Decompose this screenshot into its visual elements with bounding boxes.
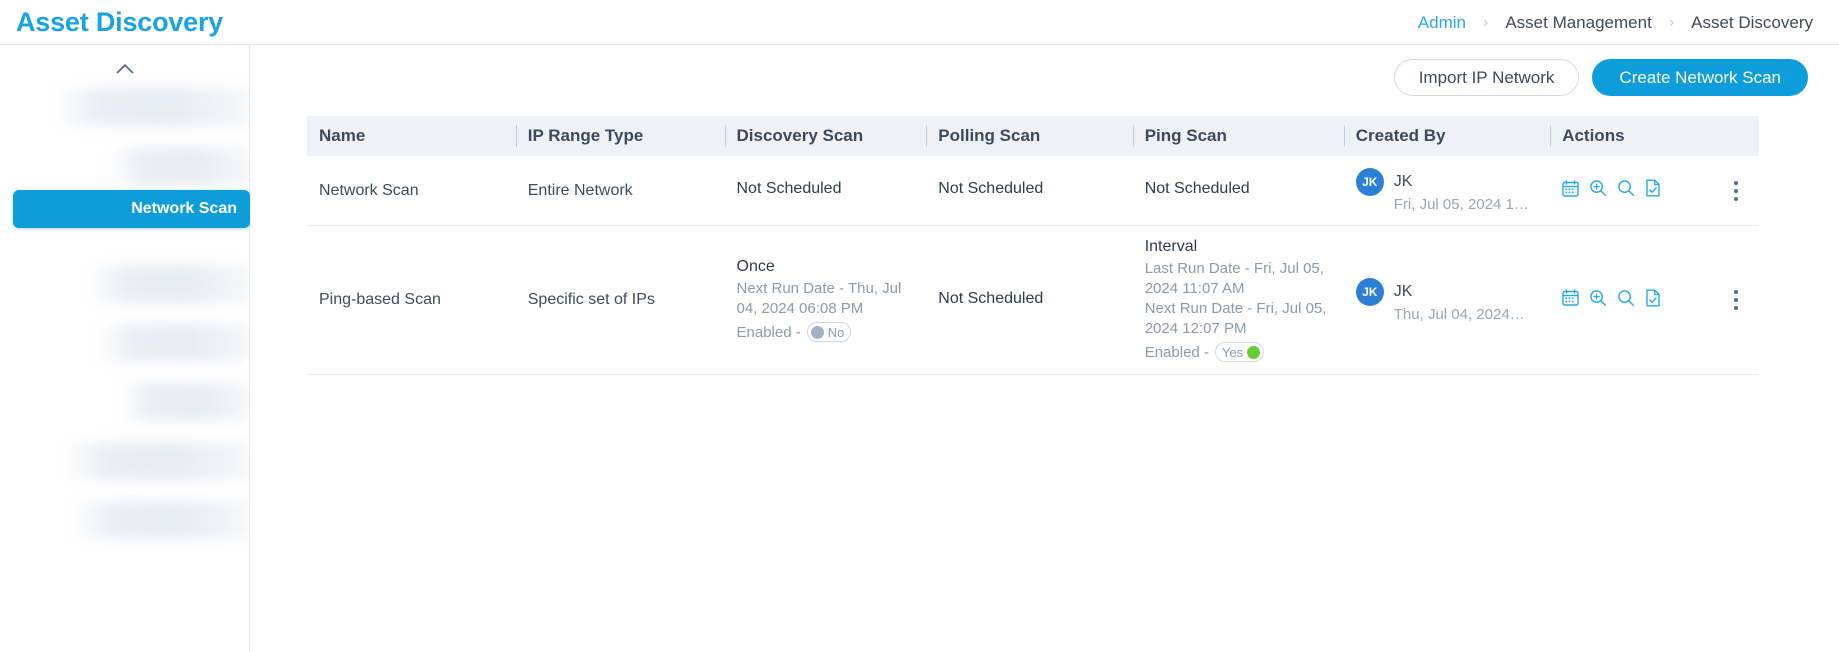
created-by-name: JK — [1393, 173, 1413, 190]
sidebar-item-redacted-2[interactable] — [110, 147, 250, 185]
avatar: JK — [1355, 277, 1384, 306]
sidebar-item-redacted-4[interactable] — [98, 324, 250, 362]
breadcrumb: Admin › Asset Management › Asset Discove… — [1414, 0, 1817, 45]
action-bar: Import IP Network Create Network Scan — [1393, 59, 1808, 96]
search-icon[interactable] — [1617, 289, 1635, 312]
column-header-actions: Actions — [1550, 116, 1759, 156]
cell-ip-range-type: Entire Network — [527, 181, 633, 199]
cell-ping-scan: Not Scheduled — [1133, 156, 1344, 226]
cell-ip-range-type: Specific set of IPs — [527, 291, 655, 308]
sidebar-item-redacted-5[interactable] — [120, 383, 250, 421]
toggle-label: Yes — [1221, 344, 1244, 360]
cell-actions — [1550, 156, 1759, 226]
cell-name: Ping-based Scan — [319, 291, 441, 308]
document-check-icon[interactable] — [1645, 289, 1661, 312]
cell-polling-scan: Not Scheduled — [926, 156, 1132, 226]
sidebar-item-redacted-6[interactable] — [64, 442, 250, 480]
ping-scan-enabled-toggle[interactable]: Yes — [1214, 342, 1265, 362]
toggle-label: No — [827, 324, 845, 340]
column-header-polling-scan[interactable]: Polling Scan — [926, 116, 1132, 156]
ping-scan-enabled: Enabled - Yes — [1145, 342, 1332, 362]
breadcrumb-item-admin[interactable]: Admin — [1414, 13, 1470, 33]
ping-scan-mode: Not Scheduled — [1144, 180, 1250, 197]
create-network-scan-button[interactable]: Create Network Scan — [1592, 59, 1808, 96]
more-vertical-icon[interactable] — [1725, 179, 1747, 203]
cell-name: Network Scan — [319, 181, 419, 199]
avatar: JK — [1355, 168, 1384, 196]
import-ip-network-button[interactable]: Import IP Network — [1393, 59, 1580, 96]
ping-scan-enabled-label: Enabled - — [1144, 343, 1209, 361]
more-vertical-icon[interactable] — [1725, 288, 1747, 312]
ping-scan-last-run: Last Run Date - Fri, Jul 05, 2024 11:07 … — [1144, 260, 1324, 297]
column-header-ip-range-type[interactable]: IP Range Type — [515, 116, 725, 156]
created-by-name: JK — [1393, 282, 1413, 300]
polling-scan-mode: Not Scheduled — [938, 180, 1044, 197]
column-header-ping-scan[interactable]: Ping Scan — [1132, 116, 1344, 156]
column-header-created-by[interactable]: Created By — [1343, 116, 1550, 156]
sidebar-item-network-scan[interactable]: Network Scan — [13, 190, 250, 228]
ping-scan-mode: Interval — [1144, 238, 1198, 255]
column-header-name[interactable]: Name — [307, 116, 516, 156]
created-by-date: Fri, Jul 05, 2024 1… — [1393, 196, 1529, 213]
polling-scan-mode: Not Scheduled — [938, 289, 1044, 307]
zoom-in-icon[interactable] — [1589, 179, 1607, 202]
ping-scan-next-run: Next Run Date - Fri, Jul 05, 2024 12:07 … — [1144, 300, 1327, 337]
network-scan-table: Name IP Range Type Discovery Scan Pollin… — [307, 116, 1759, 375]
chevron-right-icon: › — [1483, 13, 1488, 31]
chevron-up-icon — [116, 63, 134, 74]
cell-discovery-scan: Not Scheduled — [725, 156, 927, 226]
sidebar-item-redacted-3[interactable] — [88, 265, 250, 303]
main-content: Import IP Network Create Network Scan Na… — [251, 45, 1839, 652]
toggle-knob — [1247, 345, 1261, 359]
cell-polling-scan: Not Scheduled — [926, 226, 1132, 375]
row-action-icons — [1562, 179, 1661, 202]
discovery-scan-next-run: Next Run Date - Thu, Jul 04, 2024 06:08 … — [736, 280, 902, 317]
created-by-date: Thu, Jul 04, 2024… — [1393, 305, 1525, 323]
breadcrumb-item-asset-discovery: Asset Discovery — [1691, 12, 1813, 32]
table-header-row: Name IP Range Type Discovery Scan Pollin… — [307, 116, 1759, 156]
calendar-icon[interactable] — [1562, 289, 1579, 311]
calendar-icon[interactable] — [1562, 179, 1579, 202]
cell-created-by: JK JK Thu, Jul 04, 2024… — [1344, 226, 1550, 375]
table-row[interactable]: Ping-based Scan Specific set of IPs Once… — [307, 226, 1759, 375]
table-row[interactable]: Network Scan Entire Network Not Schedule… — [307, 156, 1759, 226]
sidebar-item-redacted-7[interactable] — [72, 501, 250, 539]
page-title: Asset Discovery — [16, 6, 224, 37]
search-icon[interactable] — [1617, 179, 1635, 202]
sidebar-collapse-toggle[interactable] — [0, 53, 250, 83]
document-check-icon[interactable] — [1645, 179, 1661, 202]
discovery-scan-enabled: Enabled - No — [737, 322, 915, 342]
chevron-right-icon: › — [1669, 13, 1674, 31]
cell-ping-scan: Interval Last Run Date - Fri, Jul 05, 20… — [1133, 226, 1344, 375]
toggle-knob — [810, 325, 824, 339]
sidebar: Network Scan — [0, 45, 250, 652]
sidebar-item-label: Network Scan — [131, 200, 237, 217]
discovery-scan-enabled-label: Enabled - — [736, 323, 801, 341]
cell-actions — [1550, 226, 1759, 375]
discovery-scan-mode: Not Scheduled — [736, 180, 842, 197]
cell-created-by: JK JK Fri, Jul 05, 2024 1… — [1344, 156, 1550, 226]
sidebar-item-redacted-1[interactable] — [55, 88, 250, 126]
cell-discovery-scan: Once Next Run Date - Thu, Jul 04, 2024 0… — [725, 226, 927, 375]
discovery-scan-mode: Once — [736, 258, 775, 275]
top-bar: Asset Discovery Admin › Asset Management… — [0, 0, 1839, 45]
breadcrumb-item-asset-management[interactable]: Asset Management — [1501, 13, 1655, 33]
column-header-discovery-scan[interactable]: Discovery Scan — [724, 116, 927, 156]
row-action-icons — [1562, 289, 1661, 312]
zoom-in-icon[interactable] — [1589, 289, 1607, 312]
discovery-scan-enabled-toggle[interactable]: No — [806, 322, 852, 342]
